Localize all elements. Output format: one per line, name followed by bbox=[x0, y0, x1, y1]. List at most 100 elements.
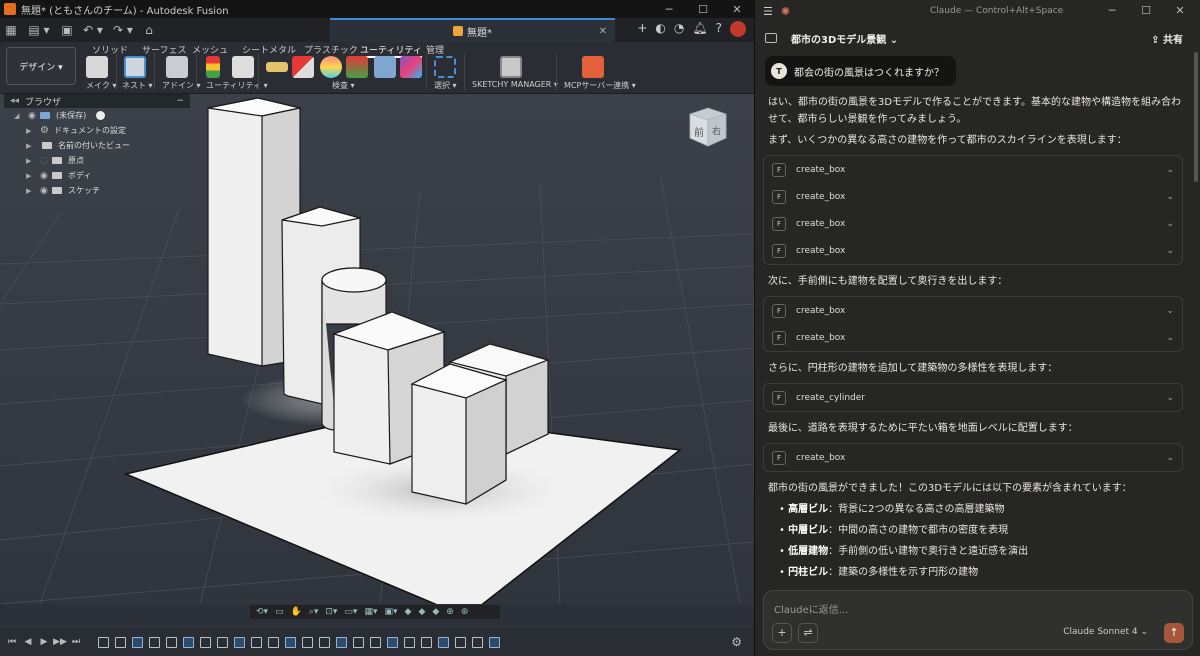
timeline-extrude-icon[interactable] bbox=[336, 636, 347, 648]
go-to-end-icon[interactable]: ⏭ bbox=[68, 637, 84, 647]
chevron-down-icon[interactable]: ⌄ bbox=[1166, 393, 1174, 403]
hidden-icon[interactable]: ◌ bbox=[40, 156, 52, 166]
expand-icon[interactable]: ▶ bbox=[26, 172, 40, 180]
interference-icon[interactable] bbox=[292, 56, 314, 78]
timeline-extrude-icon[interactable] bbox=[183, 636, 194, 648]
browser-item[interactable]: ▶ ⚙ ドキュメントの設定 bbox=[4, 123, 190, 138]
chevron-down-icon[interactable]: ⌄ bbox=[1166, 165, 1174, 175]
document-tab[interactable]: 無題* ✕ bbox=[330, 18, 615, 42]
redo-icon[interactable]: ↷ ▾ bbox=[108, 23, 138, 37]
addin-icon[interactable] bbox=[166, 56, 188, 78]
browser-header[interactable]: ◂◂ ブラウザ − bbox=[4, 94, 190, 108]
save-icon[interactable]: ▣ bbox=[56, 23, 78, 37]
visibility-icon[interactable]: ◉ bbox=[40, 186, 52, 196]
viewcube-front-label[interactable]: 前 bbox=[694, 126, 704, 139]
file-menu-icon[interactable]: ▤ ▾ bbox=[22, 23, 56, 37]
mcp-group-label[interactable]: MCPサーバー連携 ▾ bbox=[564, 80, 636, 91]
zebra-icon[interactable] bbox=[346, 56, 368, 78]
activate-icon[interactable] bbox=[96, 111, 106, 120]
timeline-extrude-icon[interactable] bbox=[489, 636, 500, 648]
tool-call-row[interactable]: Fcreate_box ⌄ bbox=[764, 237, 1182, 264]
zoom-icon[interactable]: ⌕▾ bbox=[309, 607, 319, 617]
tab-surface[interactable]: サーフェス bbox=[142, 43, 186, 56]
chevron-down-icon[interactable]: ⌄ bbox=[1166, 246, 1174, 256]
close-tab-icon[interactable]: ✕ bbox=[599, 26, 607, 37]
tab-sheetmetal[interactable]: シートメタル bbox=[242, 43, 296, 56]
make-group-label[interactable]: メイク ▾ bbox=[86, 80, 116, 91]
play-icon[interactable]: ▶ bbox=[36, 637, 52, 647]
make-icon[interactable] bbox=[86, 56, 108, 78]
timeline-sketch-icon[interactable] bbox=[200, 636, 211, 648]
sketchy-icon[interactable] bbox=[500, 56, 522, 78]
cube-view-3-icon[interactable]: ◆ bbox=[432, 607, 439, 617]
environment-icon[interactable]: ⊛ bbox=[461, 607, 469, 617]
timeline-extrude-icon[interactable] bbox=[234, 636, 245, 648]
timeline-move-icon[interactable] bbox=[115, 636, 126, 648]
reply-box[interactable]: Claudeに返信... + ⇌ Claude Sonnet 4 ⌄ ↑ bbox=[763, 590, 1193, 650]
timeline-extrude-icon[interactable] bbox=[438, 636, 449, 648]
help-icon[interactable]: ? bbox=[716, 21, 722, 37]
timeline-move-icon[interactable] bbox=[166, 636, 177, 648]
select-icon[interactable] bbox=[434, 56, 456, 78]
tool-call-row[interactable]: Fcreate_cylinder ⌄ bbox=[764, 384, 1182, 411]
chevron-down-icon[interactable]: ⌄ bbox=[1166, 219, 1174, 229]
share-button[interactable]: ⇪ 共有 bbox=[1151, 31, 1183, 46]
timeline-sketch-icon[interactable] bbox=[98, 636, 109, 648]
tool-call-row[interactable]: Fcreate_box ⌄ bbox=[764, 444, 1182, 471]
step-back-icon[interactable]: ◀ bbox=[20, 637, 36, 647]
close-icon[interactable]: ✕ bbox=[1163, 4, 1197, 17]
tab-mesh[interactable]: メッシュ bbox=[192, 43, 228, 56]
nest-icon[interactable] bbox=[124, 56, 146, 78]
send-button[interactable]: ↑ bbox=[1164, 623, 1184, 643]
cube-view-2-icon[interactable]: ◆ bbox=[418, 607, 425, 617]
display-settings-icon[interactable]: ▭▾ bbox=[344, 607, 357, 617]
add-attachment-icon[interactable]: + bbox=[772, 623, 792, 643]
timeline-move-icon[interactable] bbox=[217, 636, 228, 648]
visibility-icon[interactable]: ◉ bbox=[40, 171, 52, 181]
user-avatar[interactable] bbox=[730, 21, 746, 37]
grid-menu-icon[interactable]: ▦ bbox=[0, 23, 22, 37]
timeline-sketch-icon[interactable] bbox=[251, 636, 262, 648]
expand-icon[interactable]: ▶ bbox=[26, 142, 40, 150]
timeline-sketch-icon[interactable] bbox=[302, 636, 313, 648]
go-to-start-icon[interactable]: ⏮ bbox=[4, 637, 20, 647]
measure-icon[interactable] bbox=[266, 62, 288, 72]
minimize-icon[interactable]: ─ bbox=[652, 3, 686, 16]
cube-view-icon[interactable]: ◆ bbox=[405, 607, 412, 617]
expand-icon[interactable]: ▶ bbox=[26, 127, 40, 135]
browser-minimize-icon[interactable]: − bbox=[176, 96, 184, 106]
notifications-icon[interactable]: 🔔︎ bbox=[692, 21, 707, 37]
chevron-down-icon[interactable]: ⌄ bbox=[1166, 333, 1174, 343]
timeline-move-icon[interactable] bbox=[472, 636, 483, 648]
pan-icon[interactable]: ✋ bbox=[291, 607, 302, 617]
sketchy-group-label[interactable]: SKETCHY MANAGER ▾ bbox=[472, 80, 558, 89]
browser-item[interactable]: ▶ ◉ ボディ bbox=[4, 168, 190, 183]
grid-settings-icon[interactable]: ▦▾ bbox=[364, 607, 377, 617]
draft-analysis-icon[interactable] bbox=[400, 56, 422, 78]
tab-solid[interactable]: ソリッド bbox=[92, 43, 128, 56]
timeline-move-icon[interactable] bbox=[370, 636, 381, 648]
reply-input[interactable]: Claudeに返信... bbox=[774, 601, 848, 616]
orbit-icon[interactable]: ⟲▾ bbox=[256, 607, 268, 617]
viewcube[interactable]: 前 右 bbox=[684, 102, 732, 150]
tab-plastic[interactable]: プラスチック bbox=[304, 43, 358, 56]
browser-item[interactable]: ▶ 名前の付いたビュー bbox=[4, 138, 190, 153]
nest-group-label[interactable]: ネスト ▾ bbox=[122, 80, 153, 91]
viewports-icon[interactable]: ▣▾ bbox=[384, 607, 397, 617]
chevron-down-icon[interactable]: ⌄ bbox=[1166, 453, 1174, 463]
mcp-icon[interactable] bbox=[582, 56, 604, 78]
chevron-down-icon[interactable]: ⌄ bbox=[1166, 192, 1174, 202]
browser-item[interactable]: ▶ ◌ 原点 bbox=[4, 153, 190, 168]
timeline-extrude-icon[interactable] bbox=[285, 636, 296, 648]
maximize-icon[interactable]: ☐ bbox=[1129, 4, 1163, 17]
timeline-sketch-icon[interactable] bbox=[455, 636, 466, 648]
inspect-group-label[interactable]: 検査 ▾ bbox=[332, 80, 355, 91]
traffic-light-icon[interactable] bbox=[206, 56, 220, 78]
parameters-icon[interactable] bbox=[232, 56, 254, 78]
timeline-move-icon[interactable] bbox=[319, 636, 330, 648]
timeline-settings-icon[interactable]: ⚙ bbox=[731, 635, 742, 649]
extensions-icon[interactable]: ◐ bbox=[655, 21, 665, 37]
home-icon[interactable]: ⌂ bbox=[138, 23, 160, 37]
fit-icon[interactable]: ⊡▾ bbox=[325, 607, 337, 617]
tab-manage[interactable]: 管理 bbox=[426, 43, 444, 56]
